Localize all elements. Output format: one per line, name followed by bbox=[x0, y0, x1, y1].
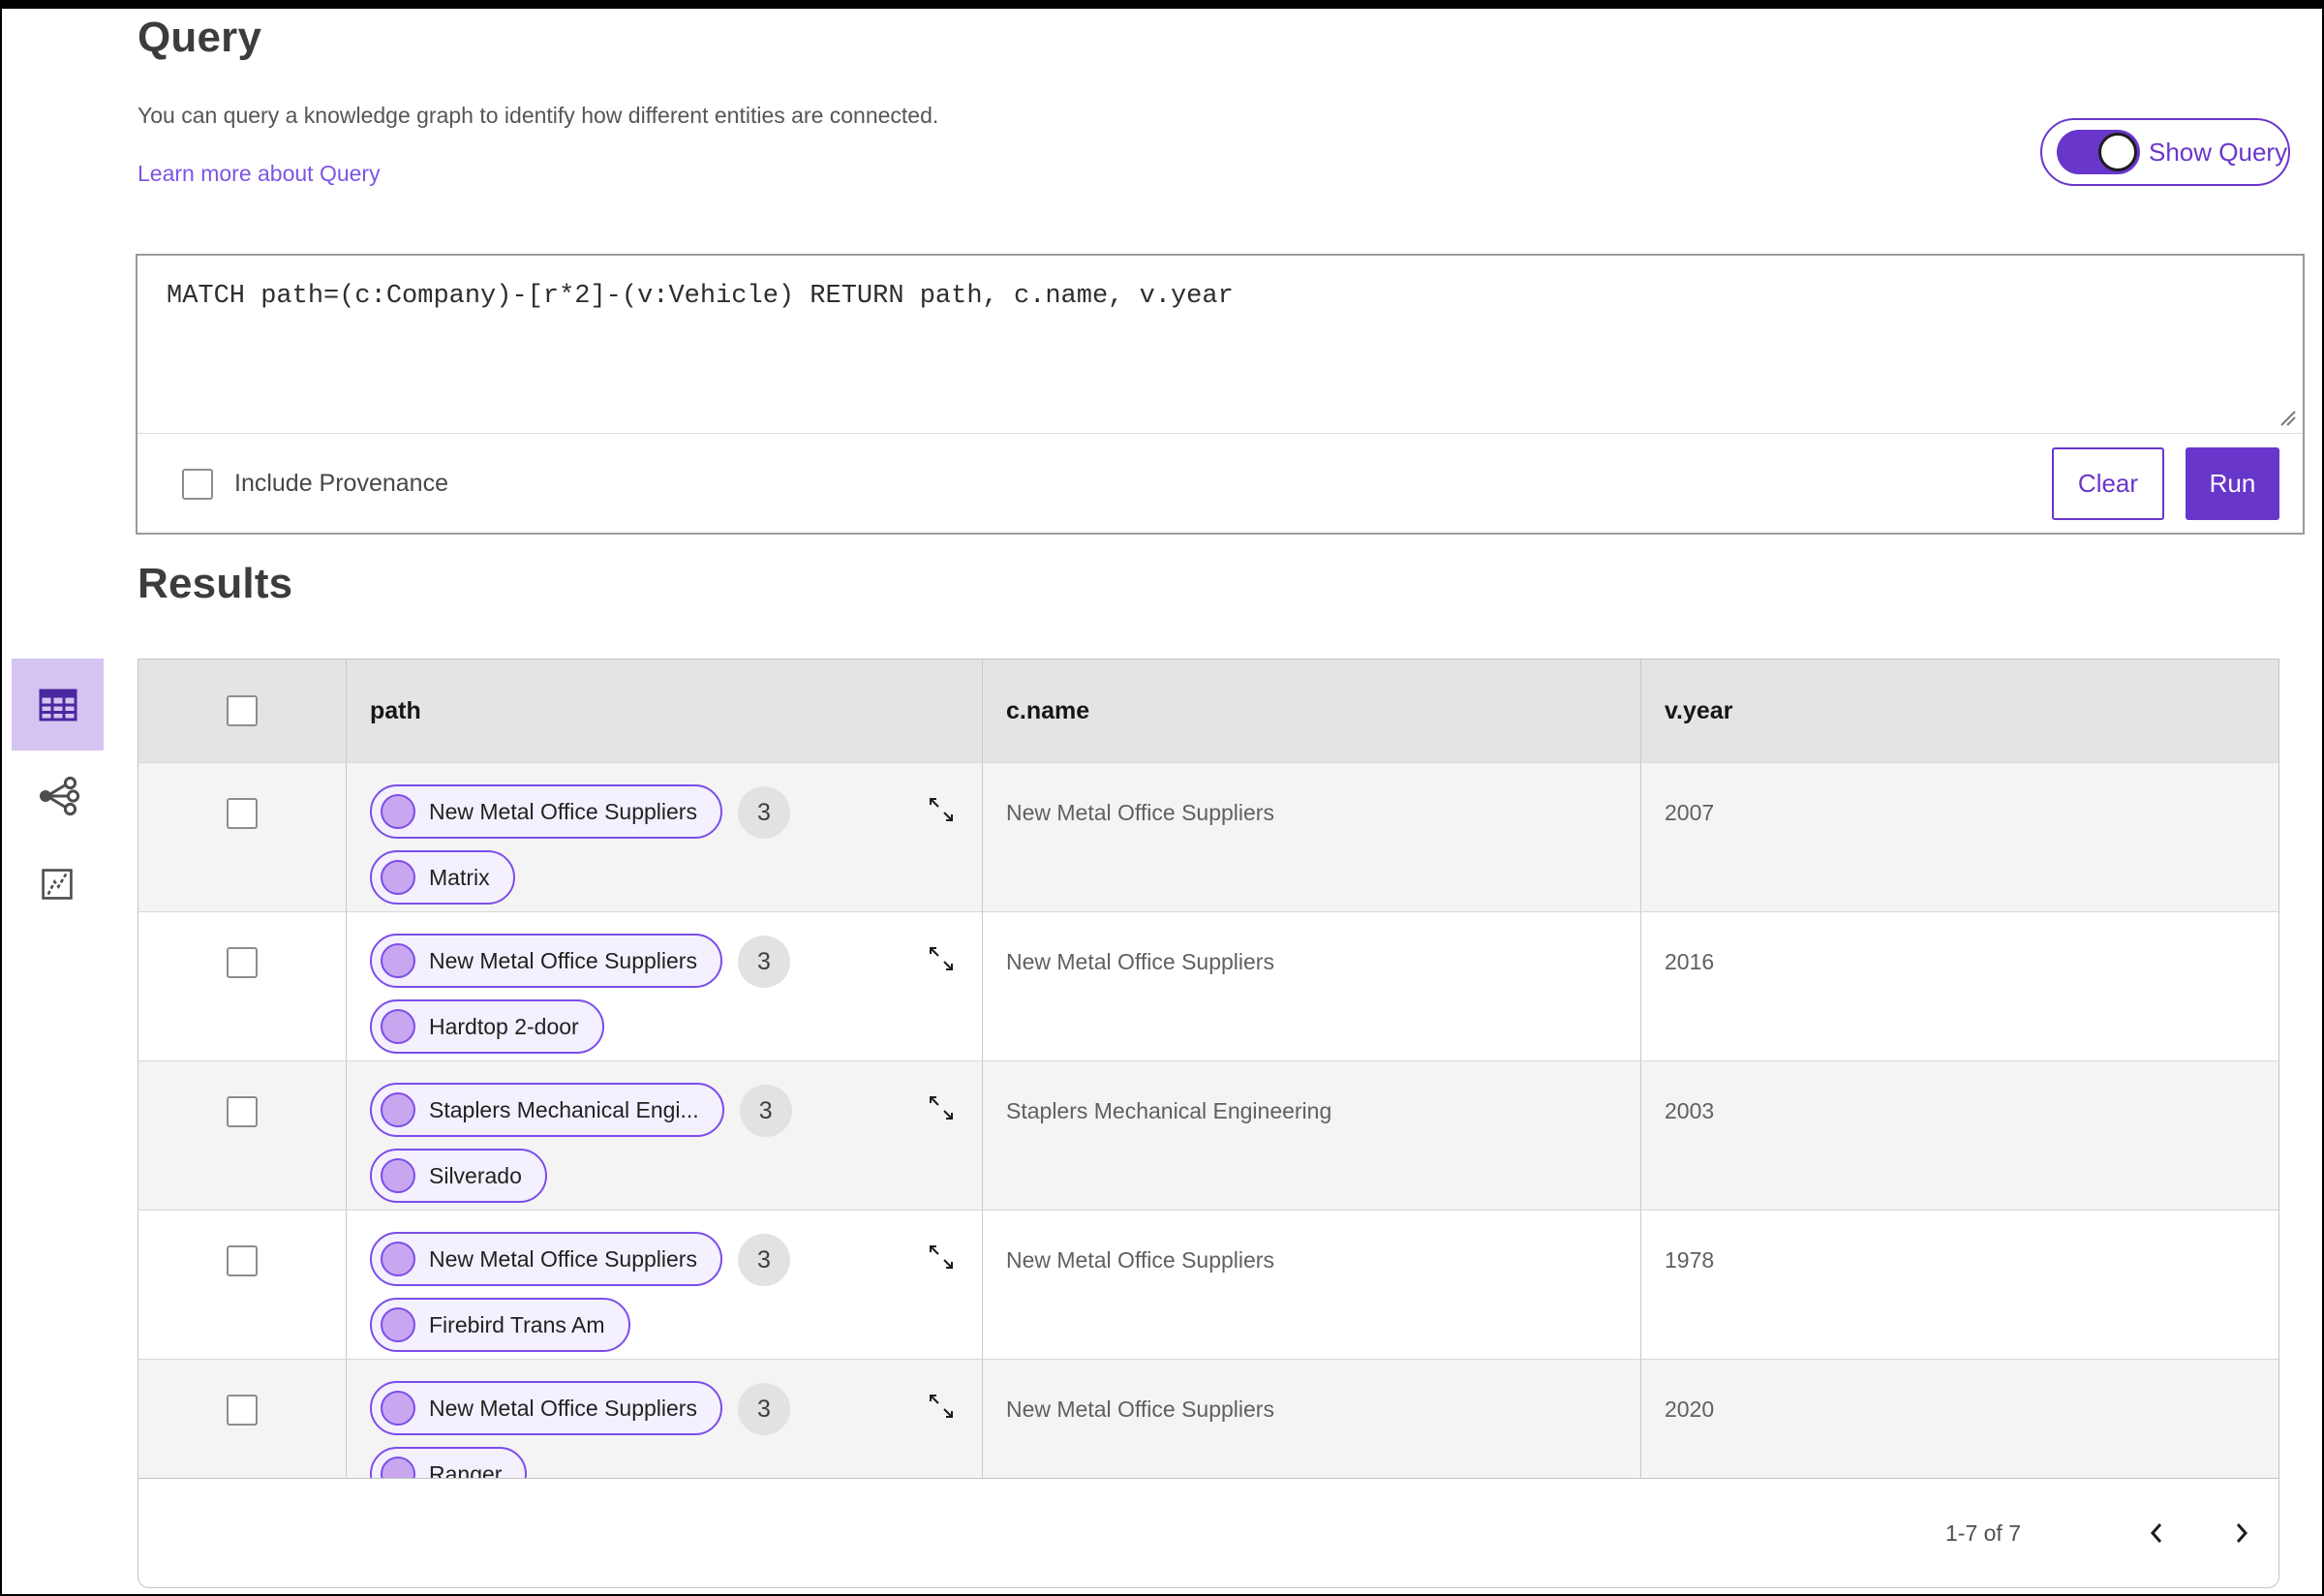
row-checkbox[interactable] bbox=[227, 1096, 258, 1127]
path-count-badge: 3 bbox=[737, 786, 790, 839]
path-node-pill[interactable]: Ranger bbox=[370, 1447, 528, 1479]
path-node-label: New Metal Office Suppliers bbox=[429, 1395, 697, 1421]
path-node-label: New Metal Office Suppliers bbox=[429, 947, 697, 973]
node-icon bbox=[381, 1457, 415, 1478]
show-query-toggle[interactable]: Show Query bbox=[2040, 118, 2290, 186]
results-table-card: path c.name v.year New Metal Office Supp… bbox=[138, 659, 2279, 1588]
path-node-pill[interactable]: Firebird Trans Am bbox=[370, 1298, 630, 1352]
node-icon bbox=[381, 1307, 415, 1342]
expand-path-button[interactable] bbox=[926, 1242, 957, 1273]
chart-view-icon bbox=[37, 864, 77, 905]
table-row: New Metal Office Suppliers Matrix 3 New … bbox=[138, 762, 2278, 911]
column-header-vyear: v.year bbox=[1665, 696, 1733, 724]
vyear-cell: 1978 bbox=[1665, 1247, 1715, 1273]
table-row: New Metal Office Suppliers Hardtop 2-doo… bbox=[138, 911, 2278, 1060]
vyear-cell: 2016 bbox=[1665, 949, 1715, 974]
vyear-cell: 2003 bbox=[1665, 1098, 1715, 1123]
toggle-knob bbox=[2098, 133, 2137, 171]
node-icon bbox=[381, 943, 415, 978]
cname-cell: New Metal Office Suppliers bbox=[1006, 1396, 1274, 1422]
row-checkbox[interactable] bbox=[227, 1245, 258, 1276]
graph-view-button[interactable] bbox=[34, 773, 80, 819]
previous-page-button[interactable] bbox=[2135, 1511, 2180, 1555]
query-input[interactable]: MATCH path=(c:Company)-[r*2]-(v:Vehicle)… bbox=[138, 256, 2303, 433]
page-title: Query bbox=[138, 14, 262, 61]
expand-path-button[interactable] bbox=[926, 794, 957, 825]
cname-cell: Staplers Mechanical Engineering bbox=[1006, 1098, 1332, 1123]
cname-cell: New Metal Office Suppliers bbox=[1006, 800, 1274, 825]
node-icon bbox=[381, 860, 415, 895]
path-node-pill[interactable]: Silverado bbox=[370, 1149, 547, 1203]
table-header-row: path c.name v.year bbox=[138, 660, 2278, 762]
path-node-pill[interactable]: Hardtop 2-door bbox=[370, 999, 604, 1054]
row-checkbox[interactable] bbox=[227, 1395, 258, 1426]
toggle-switch-icon[interactable] bbox=[2057, 130, 2140, 174]
path-node-label: New Metal Office Suppliers bbox=[429, 798, 697, 824]
row-checkbox[interactable] bbox=[227, 947, 258, 978]
node-icon bbox=[381, 794, 415, 829]
next-page-button[interactable] bbox=[2218, 1511, 2263, 1555]
path-node-label: Firebird Trans Am bbox=[429, 1311, 605, 1337]
learn-more-link[interactable]: Learn more about Query bbox=[138, 161, 381, 187]
column-header-path: path bbox=[347, 660, 983, 762]
query-textarea-wrap: MATCH path=(c:Company)-[r*2]-(v:Vehicle)… bbox=[138, 256, 2303, 434]
path-node-pill[interactable]: New Metal Office Suppliers bbox=[370, 1381, 722, 1435]
select-all-checkbox[interactable] bbox=[227, 695, 258, 726]
node-icon bbox=[381, 1391, 415, 1426]
include-provenance-label: Include Provenance bbox=[234, 470, 448, 497]
pagination-bar: 1-7 of 7 bbox=[138, 1478, 2278, 1587]
query-editor-box: MATCH path=(c:Company)-[r*2]-(v:Vehicle)… bbox=[136, 254, 2305, 535]
path-node-label: New Metal Office Suppliers bbox=[429, 1245, 697, 1272]
path-node-label: Hardtop 2-door bbox=[429, 1013, 579, 1039]
path-count-badge: 3 bbox=[737, 936, 790, 988]
expand-path-button[interactable] bbox=[926, 943, 957, 974]
path-node-pill[interactable]: New Metal Office Suppliers bbox=[370, 934, 722, 988]
node-icon bbox=[381, 1158, 415, 1193]
node-icon bbox=[381, 1009, 415, 1044]
vyear-cell: 2007 bbox=[1665, 800, 1715, 825]
table-view-icon bbox=[35, 682, 81, 728]
chart-view-button[interactable] bbox=[37, 864, 77, 905]
path-count-badge: 3 bbox=[737, 1383, 790, 1435]
path-count-badge: 3 bbox=[739, 1085, 792, 1137]
path-node-label: Ranger bbox=[429, 1460, 503, 1479]
path-node-pill[interactable]: New Metal Office Suppliers bbox=[370, 1232, 722, 1286]
include-provenance-checkbox[interactable] bbox=[182, 468, 213, 500]
results-title: Results bbox=[138, 560, 293, 607]
path-node-label: Silverado bbox=[429, 1162, 522, 1188]
row-checkbox[interactable] bbox=[227, 798, 258, 829]
table-view-button[interactable] bbox=[12, 659, 104, 751]
path-node-pill[interactable]: Staplers Mechanical Engi... bbox=[370, 1083, 724, 1137]
resize-handle-icon[interactable] bbox=[2274, 404, 2299, 429]
graph-view-icon bbox=[34, 773, 80, 819]
cname-cell: New Metal Office Suppliers bbox=[1006, 1247, 1274, 1273]
path-node-label: Matrix bbox=[429, 864, 490, 890]
path-node-pill[interactable]: Matrix bbox=[370, 850, 515, 905]
node-icon bbox=[381, 1242, 415, 1276]
query-page: Query You can query a knowledge graph to… bbox=[0, 0, 2324, 1596]
table-row: Staplers Mechanical Engi... Silverado 3 … bbox=[138, 1060, 2278, 1210]
path-node-label: Staplers Mechanical Engi... bbox=[429, 1096, 699, 1122]
run-button[interactable]: Run bbox=[2186, 447, 2279, 520]
path-node-pill[interactable]: New Metal Office Suppliers bbox=[370, 784, 722, 839]
query-footer: Include Provenance Clear Run bbox=[138, 434, 2303, 534]
node-icon bbox=[381, 1092, 415, 1127]
column-header-cname: c.name bbox=[983, 660, 1641, 762]
cname-cell: New Metal Office Suppliers bbox=[1006, 949, 1274, 974]
query-description: You can query a knowledge graph to ident… bbox=[138, 103, 939, 128]
clear-button[interactable]: Clear bbox=[2052, 447, 2164, 520]
expand-path-button[interactable] bbox=[926, 1092, 957, 1123]
table-row: New Metal Office Suppliers Ranger 3 New … bbox=[138, 1359, 2278, 1478]
pagination-range-label: 1-7 of 7 bbox=[1945, 1519, 2021, 1546]
table-row: New Metal Office Suppliers Firebird Tran… bbox=[138, 1210, 2278, 1359]
path-count-badge: 3 bbox=[737, 1234, 790, 1286]
vyear-cell: 2020 bbox=[1665, 1396, 1715, 1422]
expand-path-button[interactable] bbox=[926, 1391, 957, 1422]
show-query-label: Show Query bbox=[2149, 137, 2288, 167]
top-border-bar bbox=[2, 0, 2322, 9]
